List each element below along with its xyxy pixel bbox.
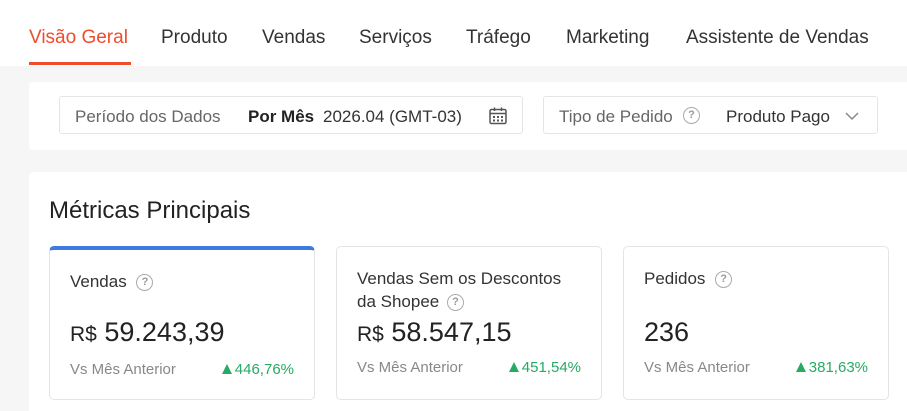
metric-value: 59.243,39 [104, 317, 225, 347]
metric-title: Pedidos [644, 269, 706, 288]
change-value: 451,54% [521, 359, 581, 376]
order-type-label: Tipo de Pedido [559, 107, 673, 126]
order-type-value: Produto Pago [726, 107, 830, 126]
trend-up-icon [221, 364, 232, 374]
tab-marketing[interactable]: Marketing [566, 27, 649, 49]
active-tab-indicator [29, 62, 131, 65]
period-label: Período dos Dados [75, 107, 221, 126]
metric-value-wrap: R$ 59.243,39 [70, 317, 225, 348]
metric-value: 58.547,15 [391, 317, 512, 347]
change-value: 446,76% [234, 361, 294, 378]
metric-card-vendas[interactable]: Vendas ? R$ 59.243,39 Vs Mês Anterior 44… [49, 246, 315, 400]
calendar-icon[interactable] [488, 106, 508, 131]
filter-bar: Período dos Dados Por Mês 2026.04 (GMT-0… [29, 82, 907, 150]
help-icon[interactable]: ? [683, 107, 700, 124]
metric-card-vendas-sem-descontos[interactable]: Vendas Sem os Descontos da Shopee ? R$ 5… [336, 246, 602, 400]
tab-vendas[interactable]: Vendas [262, 27, 325, 49]
change-indicator: 446,76% [221, 361, 294, 378]
metric-title-wrap: Vendas Sem os Descontos da Shopee ? [357, 267, 577, 313]
trend-up-icon [795, 362, 806, 372]
comparison-label: Vs Mês Anterior [70, 361, 176, 378]
metric-value-wrap: 236 [644, 317, 689, 348]
currency-symbol: R$ [70, 323, 97, 346]
change-value: 381,63% [808, 359, 868, 376]
comparison-label: Vs Mês Anterior [357, 359, 463, 376]
metric-card-pedidos[interactable]: Pedidos ? 236 Vs Mês Anterior 381,63% [623, 246, 889, 400]
tab-assistente-de-vendas[interactable]: Assistente de Vendas [686, 27, 869, 49]
help-icon[interactable]: ? [446, 294, 464, 312]
currency-symbol: R$ [357, 323, 384, 346]
tab-trafego[interactable]: Tráfego [466, 27, 531, 49]
metric-value: 236 [644, 317, 690, 347]
metrics-panel: Métricas Principais Vendas ? R$ 59.243,3… [29, 172, 907, 411]
metric-title-wrap: Vendas ? [70, 270, 154, 293]
period-mode: Por Mês [248, 107, 315, 126]
tab-servicos[interactable]: Serviços [359, 27, 432, 49]
change-indicator: 451,54% [508, 359, 581, 376]
tab-visao-geral[interactable]: Visão Geral [29, 27, 128, 49]
order-type-selector[interactable]: Tipo de Pedido ? Produto Pago [543, 96, 878, 134]
period-selector[interactable]: Período dos Dados Por Mês 2026.04 (GMT-0… [59, 96, 523, 134]
chevron-down-icon[interactable] [844, 109, 860, 128]
help-icon[interactable]: ? [136, 274, 154, 292]
period-value: 2026.04 (GMT-03) [323, 107, 462, 126]
change-indicator: 381,63% [795, 359, 868, 376]
metric-value-wrap: R$ 58.547,15 [357, 317, 512, 348]
help-icon[interactable]: ? [715, 271, 733, 289]
tab-produto[interactable]: Produto [161, 27, 228, 49]
trend-up-icon [508, 362, 519, 372]
tab-bar: Visão Geral Produto Vendas Serviços Tráf… [0, 0, 907, 66]
section-title: Métricas Principais [49, 197, 251, 224]
comparison-label: Vs Mês Anterior [644, 359, 750, 376]
metric-title-wrap: Pedidos ? [644, 267, 733, 290]
metric-title: Vendas [70, 272, 127, 291]
